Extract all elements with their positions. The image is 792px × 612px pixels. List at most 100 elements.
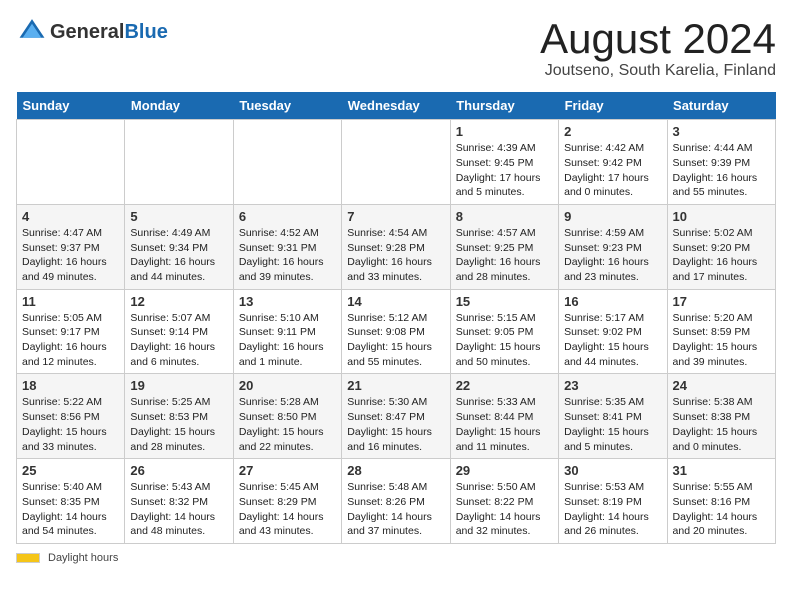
day-number: 16 — [564, 294, 661, 309]
day-number: 22 — [456, 378, 553, 393]
day-info: Sunrise: 5:40 AM Sunset: 8:35 PM Dayligh… — [22, 480, 119, 539]
day-info: Sunrise: 4:54 AM Sunset: 9:28 PM Dayligh… — [347, 226, 444, 285]
day-info: Sunrise: 5:30 AM Sunset: 8:47 PM Dayligh… — [347, 395, 444, 454]
day-number: 19 — [130, 378, 227, 393]
day-number: 11 — [22, 294, 119, 309]
day-info: Sunrise: 4:42 AM Sunset: 9:42 PM Dayligh… — [564, 141, 661, 200]
page-header: GeneralBlue August 2024 Joutseno, South … — [16, 16, 776, 80]
calendar-week-row: 11 Sunrise: 5:05 AM Sunset: 9:17 PM Dayli… — [17, 289, 776, 374]
day-number: 18 — [22, 378, 119, 393]
day-info: Sunrise: 5:22 AM Sunset: 8:56 PM Dayligh… — [22, 395, 119, 454]
day-info: Sunrise: 5:07 AM Sunset: 9:14 PM Dayligh… — [130, 311, 227, 370]
calendar-cell: 10 Sunrise: 5:02 AM Sunset: 9:20 PM Dayli… — [667, 204, 775, 289]
calendar-cell: 6 Sunrise: 4:52 AM Sunset: 9:31 PM Daylig… — [233, 204, 341, 289]
calendar-cell: 28 Sunrise: 5:48 AM Sunset: 8:26 PM Dayli… — [342, 459, 450, 544]
calendar-cell: 18 Sunrise: 5:22 AM Sunset: 8:56 PM Dayli… — [17, 374, 125, 459]
day-info: Sunrise: 5:20 AM Sunset: 8:59 PM Dayligh… — [673, 311, 770, 370]
day-info: Sunrise: 5:53 AM Sunset: 8:19 PM Dayligh… — [564, 480, 661, 539]
day-info: Sunrise: 5:45 AM Sunset: 8:29 PM Dayligh… — [239, 480, 336, 539]
day-number: 28 — [347, 463, 444, 478]
day-info: Sunrise: 5:02 AM Sunset: 9:20 PM Dayligh… — [673, 226, 770, 285]
day-info: Sunrise: 4:52 AM Sunset: 9:31 PM Dayligh… — [239, 226, 336, 285]
day-number: 20 — [239, 378, 336, 393]
day-number: 10 — [673, 209, 770, 224]
weekday-header-saturday: Saturday — [667, 92, 775, 120]
day-number: 5 — [130, 209, 227, 224]
day-number: 30 — [564, 463, 661, 478]
calendar-cell: 12 Sunrise: 5:07 AM Sunset: 9:14 PM Dayli… — [125, 289, 233, 374]
calendar-cell: 25 Sunrise: 5:40 AM Sunset: 8:35 PM Dayli… — [17, 459, 125, 544]
day-info: Sunrise: 5:25 AM Sunset: 8:53 PM Dayligh… — [130, 395, 227, 454]
calendar-cell: 14 Sunrise: 5:12 AM Sunset: 9:08 PM Dayli… — [342, 289, 450, 374]
logo-icon — [18, 16, 46, 44]
calendar-cell: 31 Sunrise: 5:55 AM Sunset: 8:16 PM Dayli… — [667, 459, 775, 544]
day-number: 26 — [130, 463, 227, 478]
weekday-header-thursday: Thursday — [450, 92, 558, 120]
day-number: 12 — [130, 294, 227, 309]
daylight-bar-icon — [16, 553, 40, 563]
day-number: 23 — [564, 378, 661, 393]
logo-text: GeneralBlue — [50, 21, 168, 44]
day-number: 3 — [673, 124, 770, 139]
calendar-cell: 7Sunrise: 4:54 AM Sunset: 9:28 PM Daylig… — [342, 204, 450, 289]
day-info: Sunrise: 4:39 AM Sunset: 9:45 PM Dayligh… — [456, 141, 553, 200]
day-info: Sunrise: 4:44 AM Sunset: 9:39 PM Dayligh… — [673, 141, 770, 200]
title-block: August 2024 Joutseno, South Karelia, Fin… — [540, 16, 776, 80]
calendar-week-row: 4 Sunrise: 4:47 AM Sunset: 9:37 PM Daylig… — [17, 204, 776, 289]
calendar-cell: 13Sunrise: 5:10 AM Sunset: 9:11 PM Dayli… — [233, 289, 341, 374]
day-info: Sunrise: 5:28 AM Sunset: 8:50 PM Dayligh… — [239, 395, 336, 454]
calendar-cell: 3 Sunrise: 4:44 AM Sunset: 9:39 PM Daylig… — [667, 120, 775, 205]
day-number: 24 — [673, 378, 770, 393]
weekday-header-wednesday: Wednesday — [342, 92, 450, 120]
calendar-cell: 16Sunrise: 5:17 AM Sunset: 9:02 PM Dayli… — [559, 289, 667, 374]
day-info: Sunrise: 4:59 AM Sunset: 9:23 PM Dayligh… — [564, 226, 661, 285]
calendar-cell: 22 Sunrise: 5:33 AM Sunset: 8:44 PM Dayli… — [450, 374, 558, 459]
calendar-week-row: 25 Sunrise: 5:40 AM Sunset: 8:35 PM Dayli… — [17, 459, 776, 544]
day-number: 4 — [22, 209, 119, 224]
calendar-cell: 27 Sunrise: 5:45 AM Sunset: 8:29 PM Dayli… — [233, 459, 341, 544]
calendar-cell: 20 Sunrise: 5:28 AM Sunset: 8:50 PM Dayli… — [233, 374, 341, 459]
day-number: 25 — [22, 463, 119, 478]
day-info: Sunrise: 5:05 AM Sunset: 9:17 PM Dayligh… — [22, 311, 119, 370]
day-number: 31 — [673, 463, 770, 478]
month-title: August 2024 — [540, 16, 776, 62]
calendar-cell: 15 Sunrise: 5:15 AM Sunset: 9:05 PM Dayli… — [450, 289, 558, 374]
day-number: 17 — [673, 294, 770, 309]
day-number: 13 — [239, 294, 336, 309]
weekday-header-tuesday: Tuesday — [233, 92, 341, 120]
weekday-header-sunday: Sunday — [17, 92, 125, 120]
day-number: 6 — [239, 209, 336, 224]
location-title: Joutseno, South Karelia, Finland — [540, 62, 776, 80]
weekday-header-row: SundayMondayTuesdayWednesdayThursdayFrid… — [17, 92, 776, 120]
calendar-cell: 8 Sunrise: 4:57 AM Sunset: 9:25 PM Daylig… — [450, 204, 558, 289]
day-info: Sunrise: 5:48 AM Sunset: 8:26 PM Dayligh… — [347, 480, 444, 539]
day-info: Sunrise: 5:12 AM Sunset: 9:08 PM Dayligh… — [347, 311, 444, 370]
day-number: 14 — [347, 294, 444, 309]
logo: GeneralBlue — [16, 16, 168, 49]
day-number: 15 — [456, 294, 553, 309]
calendar-cell: 30 Sunrise: 5:53 AM Sunset: 8:19 PM Dayli… — [559, 459, 667, 544]
calendar-cell — [17, 120, 125, 205]
day-info: Sunrise: 5:33 AM Sunset: 8:44 PM Dayligh… — [456, 395, 553, 454]
day-number: 27 — [239, 463, 336, 478]
weekday-header-friday: Friday — [559, 92, 667, 120]
calendar-cell: 23 Sunrise: 5:35 AM Sunset: 8:41 PM Dayli… — [559, 374, 667, 459]
calendar-cell: 11 Sunrise: 5:05 AM Sunset: 9:17 PM Dayli… — [17, 289, 125, 374]
day-info: Sunrise: 5:38 AM Sunset: 8:38 PM Dayligh… — [673, 395, 770, 454]
day-info: Sunrise: 4:47 AM Sunset: 9:37 PM Dayligh… — [22, 226, 119, 285]
calendar-cell — [342, 120, 450, 205]
calendar-table: SundayMondayTuesdayWednesdayThursdayFrid… — [16, 92, 776, 544]
weekday-header-monday: Monday — [125, 92, 233, 120]
day-number: 9 — [564, 209, 661, 224]
day-info: Sunrise: 5:35 AM Sunset: 8:41 PM Dayligh… — [564, 395, 661, 454]
calendar-week-row: 18 Sunrise: 5:22 AM Sunset: 8:56 PM Dayli… — [17, 374, 776, 459]
day-info: Sunrise: 4:57 AM Sunset: 9:25 PM Dayligh… — [456, 226, 553, 285]
calendar-cell: 2Sunrise: 4:42 AM Sunset: 9:42 PM Daylig… — [559, 120, 667, 205]
footer: Daylight hours — [16, 552, 776, 564]
day-info: Sunrise: 5:15 AM Sunset: 9:05 PM Dayligh… — [456, 311, 553, 370]
calendar-cell: 9 Sunrise: 4:59 AM Sunset: 9:23 PM Daylig… — [559, 204, 667, 289]
calendar-week-row: 1Sunrise: 4:39 AM Sunset: 9:45 PM Daylig… — [17, 120, 776, 205]
day-number: 8 — [456, 209, 553, 224]
day-info: Sunrise: 5:55 AM Sunset: 8:16 PM Dayligh… — [673, 480, 770, 539]
calendar-cell — [125, 120, 233, 205]
